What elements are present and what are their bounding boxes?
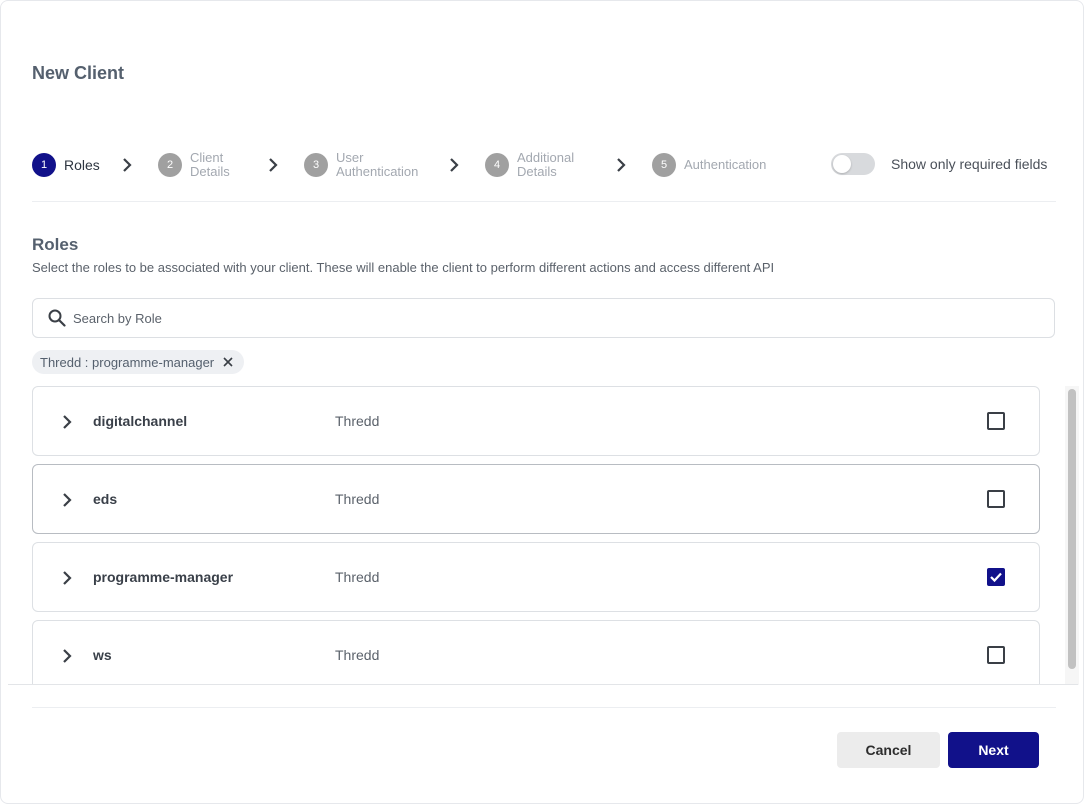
- step-label: User Authentication: [336, 150, 419, 179]
- step-label: Client Details: [190, 150, 230, 179]
- selected-role-chip: Thredd : programme-manager: [32, 350, 245, 374]
- step-number: 2: [158, 153, 182, 177]
- next-button[interactable]: Next: [948, 732, 1039, 768]
- step-roles[interactable]: 1 Roles: [32, 149, 100, 181]
- role-name: programme-manager: [93, 569, 234, 585]
- role-name: digitalchannel: [93, 413, 188, 429]
- step-label: Authentication: [684, 157, 767, 172]
- search-input[interactable]: [73, 310, 973, 326]
- step-number: 4: [485, 153, 509, 177]
- step-client-details[interactable]: 2 Client Details: [158, 149, 230, 181]
- step-number: 3: [304, 153, 328, 177]
- required-fields-toggle[interactable]: [831, 153, 875, 175]
- role-row: programme-manager Thredd: [32, 542, 1040, 612]
- new-client-dialog: New Client 1 Roles 2 Client Details 3 Use…: [0, 0, 1084, 804]
- step-number: 5: [652, 153, 676, 177]
- search-icon: [47, 308, 67, 328]
- role-checkbox[interactable]: [987, 568, 1005, 586]
- role-checkbox[interactable]: [987, 646, 1005, 664]
- step-number: 1: [32, 153, 56, 177]
- role-org: Thredd: [335, 491, 380, 507]
- section-title: Roles: [32, 235, 79, 254]
- scrollbar-thumb[interactable]: [1068, 389, 1076, 669]
- chevron-right-icon[interactable]: [60, 646, 74, 666]
- role-name: eds: [93, 491, 118, 507]
- step-authentication[interactable]: 5 Authentication: [652, 149, 766, 181]
- step-label: Roles: [64, 157, 100, 173]
- role-row: digitalchannel Thredd: [32, 386, 1040, 456]
- role-name: ws: [93, 647, 112, 663]
- dialog-title: New Client: [32, 63, 125, 83]
- close-icon[interactable]: [222, 356, 234, 368]
- step-user-authentication[interactable]: 3 User Authentication: [304, 149, 418, 181]
- role-row: eds Thredd: [32, 464, 1040, 534]
- role-org: Thredd: [335, 413, 380, 429]
- chevron-right-icon: [120, 155, 134, 175]
- roles-list: digitalchannel Thredd eds Thredd program…: [8, 386, 1078, 685]
- role-org: Thredd: [335, 647, 380, 663]
- divider: [32, 707, 1056, 708]
- required-fields-label: Show only required fields: [891, 156, 1048, 172]
- section-description: Select the roles to be associated with y…: [32, 260, 775, 275]
- check-icon: [990, 572, 1002, 583]
- chevron-right-icon[interactable]: [60, 490, 74, 510]
- chevron-right-icon: [447, 155, 461, 175]
- chevron-right-icon: [266, 155, 280, 175]
- cancel-button[interactable]: Cancel: [837, 732, 940, 768]
- divider: [32, 201, 1056, 202]
- role-row: ws Thredd: [32, 620, 1040, 684]
- required-fields-toggle-group: Show only required fields: [831, 153, 1047, 175]
- role-checkbox[interactable]: [987, 490, 1005, 508]
- chip-label: Thredd : programme-manager: [40, 354, 215, 370]
- toggle-knob: [833, 155, 851, 173]
- role-checkbox[interactable]: [987, 412, 1005, 430]
- chevron-right-icon[interactable]: [60, 412, 74, 432]
- chevron-right-icon: [614, 155, 628, 175]
- search-box: [32, 298, 1055, 338]
- chevron-right-icon[interactable]: [60, 568, 74, 588]
- step-additional-details[interactable]: 4 Additional Details: [485, 149, 574, 181]
- step-label: Additional Details: [517, 150, 575, 179]
- role-org: Thredd: [335, 569, 380, 585]
- stepper: 1 Roles 2 Client Details 3 User Authentica…: [32, 149, 1056, 181]
